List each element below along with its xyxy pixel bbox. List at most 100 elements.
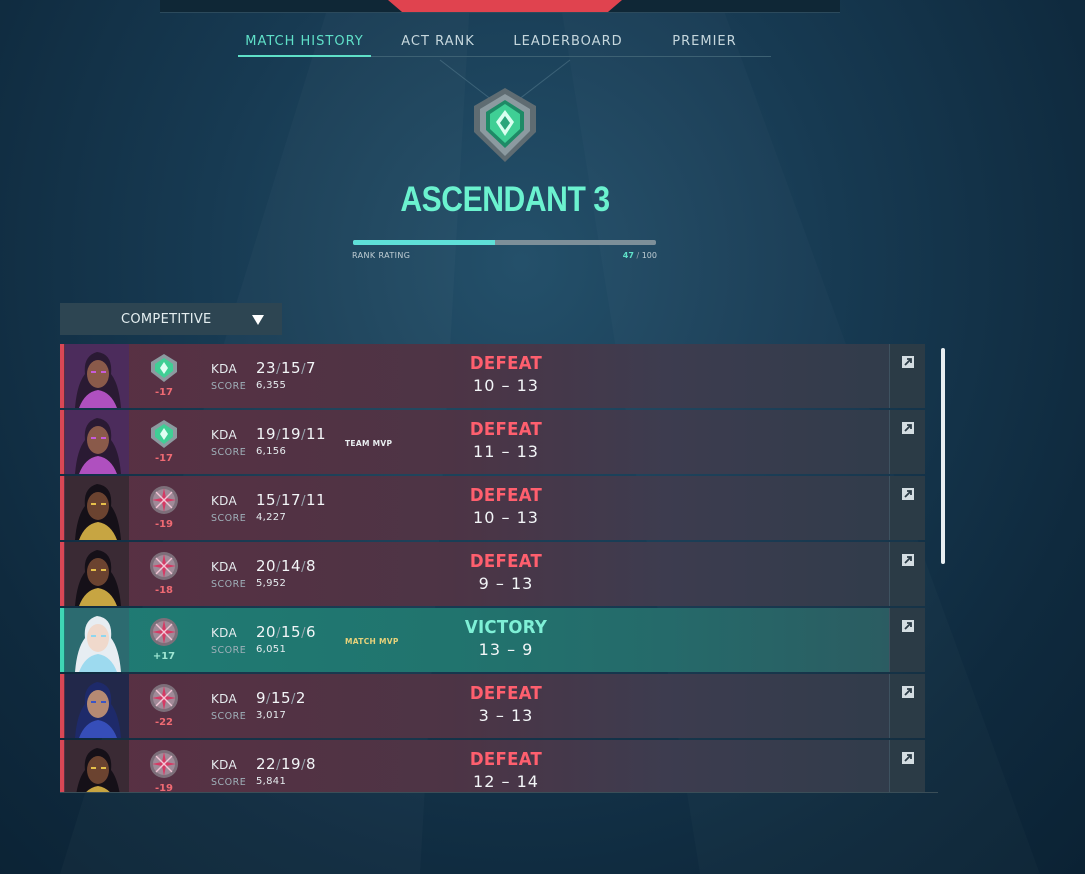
match-score: 11 – 13: [473, 442, 539, 461]
open-match-details-button[interactable]: [889, 344, 925, 408]
kda-label: KDA: [211, 560, 238, 574]
rr-change: -19: [154, 519, 174, 530]
combat-score: 5,841: [256, 776, 287, 787]
kills: 22: [256, 755, 277, 773]
map-thumbnail: [650, 608, 890, 672]
match-score: 3 – 13: [478, 706, 534, 725]
deaths: 17: [280, 491, 302, 509]
caret-down-icon: [252, 315, 264, 325]
match-result: DEFEAT: [469, 419, 543, 440]
external-link-icon: [902, 356, 914, 368]
match-row[interactable]: -17 KDA 23/15/7 SCORE 6,355 DEFEAT 10 – 13: [60, 344, 925, 408]
external-link-icon: [902, 620, 914, 632]
kills: 9: [256, 689, 267, 707]
match-row[interactable]: -22 KDA 9/15/2 SCORE 3,017 DEFEAT 3 – 13: [60, 674, 925, 738]
open-match-details-button[interactable]: [889, 476, 925, 540]
rr-change: +17: [152, 651, 176, 662]
match-row[interactable]: -19 KDA 15/17/11 SCORE 4,227 DEFEAT 10 – 13: [60, 476, 925, 540]
kda-label: KDA: [211, 362, 238, 376]
external-link-icon: [902, 752, 914, 764]
tab-match-history[interactable]: MATCH HISTORY: [238, 30, 371, 57]
queue-dropdown[interactable]: COMPETITIVE: [60, 303, 282, 335]
deaths: 19: [280, 755, 302, 773]
assists: 2: [295, 689, 306, 707]
rank-rating-max: 100: [641, 251, 657, 260]
kda-value: 20/14/8: [256, 557, 317, 575]
mvp-badge: MATCH MVP: [345, 637, 399, 646]
immortal-rank-icon: [150, 750, 178, 778]
combat-score: 5,952: [256, 578, 287, 589]
rank-rating-current: 47: [622, 251, 634, 260]
result-accent-bar: [60, 608, 64, 672]
kda-value: 9/15/2: [256, 689, 306, 707]
open-match-details-button[interactable]: [889, 410, 925, 474]
assists: 7: [305, 359, 317, 377]
result-accent-bar: [60, 344, 64, 408]
enemy-score: 9: [522, 640, 534, 659]
result-accent-bar: [60, 476, 64, 540]
team-score: 9: [478, 574, 490, 593]
immortal-rank-icon: [150, 618, 178, 646]
agent-portrait-reyna: [65, 410, 129, 474]
tab-premier[interactable]: PREMIER: [658, 30, 751, 55]
mvp-badge: TEAM MVP: [345, 439, 393, 448]
kills: 15: [256, 491, 277, 509]
open-match-details-button[interactable]: [889, 740, 925, 792]
enemy-score: 13: [516, 442, 539, 461]
score-label: SCORE: [211, 645, 247, 656]
team-score: 10: [473, 376, 496, 395]
score-label: SCORE: [211, 711, 247, 722]
match-row[interactable]: -18 KDA 20/14/8 SCORE 5,952 DEFEAT 9 – 13: [60, 542, 925, 606]
scrollbar-thumb[interactable]: [941, 348, 945, 564]
agent-portrait-yoru: [65, 674, 129, 738]
agent-portrait-neon: [65, 542, 129, 606]
agent-portrait-neon: [65, 476, 129, 540]
team-score: 12: [473, 772, 496, 791]
deaths: 15: [270, 689, 292, 707]
play-button-edge[interactable]: [388, 0, 622, 12]
external-link-icon: [902, 488, 914, 500]
map-thumbnail: [650, 344, 890, 408]
enemy-score: 13: [511, 574, 534, 593]
kda-value: 20/15/6: [256, 623, 317, 641]
tab-leaderboard[interactable]: LEADERBOARD: [508, 30, 628, 55]
team-score: 11: [473, 442, 496, 461]
match-row[interactable]: +17 KDA 20/15/6 SCORE 6,051 MATCH MVP VICTORY 1…: [60, 608, 925, 672]
match-score: 10 – 13: [473, 508, 539, 527]
rank-rating-label: RANK RATING: [352, 251, 411, 260]
queue-dropdown-label: COMPETITIVE: [121, 312, 212, 327]
rr-change: -22: [154, 717, 174, 728]
rank-rating-value: 47 / 100: [622, 251, 657, 260]
match-row[interactable]: -19 KDA 22/19/8 SCORE 5,841 DEFEAT 12 – 14: [60, 740, 925, 793]
deaths: 19: [280, 425, 302, 443]
combat-score: 6,156: [256, 446, 287, 457]
open-match-details-button[interactable]: [889, 542, 925, 606]
match-history-list: -17 KDA 23/15/7 SCORE 6,355 DEFEAT 10 – 13 -17 K…: [60, 343, 938, 793]
match-result: VICTORY: [464, 617, 548, 638]
immortal-rank-icon: [150, 552, 178, 580]
assists: 6: [305, 623, 317, 641]
tab-act-rank[interactable]: ACT RANK: [388, 30, 488, 55]
rr-change: -18: [154, 585, 174, 596]
external-link-icon: [902, 686, 914, 698]
score-label: SCORE: [211, 447, 247, 458]
match-row[interactable]: -17 KDA 19/19/11 SCORE 6,156 TEAM MVP DEFEAT 11…: [60, 410, 925, 474]
kills: 19: [256, 425, 277, 443]
match-score: 12 – 14: [473, 772, 539, 791]
open-match-details-button[interactable]: [889, 674, 925, 738]
result-accent-bar: [60, 674, 64, 738]
rank-rating-fill: [353, 240, 496, 245]
open-match-details-button[interactable]: [889, 608, 925, 672]
match-list-scrollbar[interactable]: [940, 348, 946, 564]
rr-change: -17: [154, 387, 174, 398]
immortal-rank-icon: [150, 486, 178, 514]
rr-change: -19: [154, 783, 174, 793]
external-link-icon: [902, 422, 914, 434]
match-result: DEFEAT: [469, 485, 543, 506]
kda-label: KDA: [211, 626, 238, 640]
kills: 20: [256, 623, 277, 641]
kills: 23: [256, 359, 277, 377]
team-score: 10: [473, 508, 496, 527]
kda-label: KDA: [211, 428, 238, 442]
enemy-score: 13: [516, 376, 539, 395]
